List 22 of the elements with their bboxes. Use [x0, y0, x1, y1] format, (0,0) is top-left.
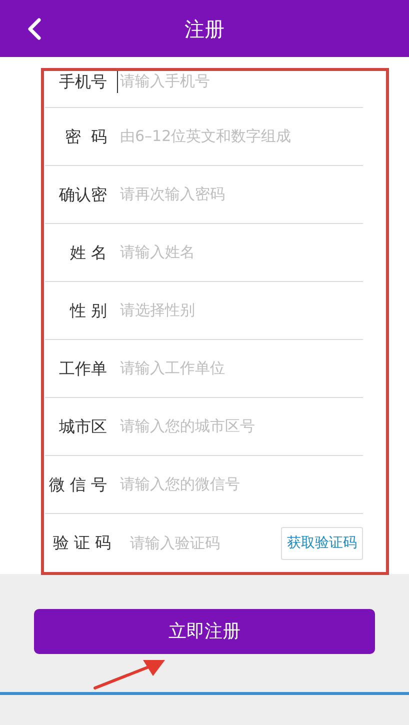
input-field[interactable]: 请输入手机号: [117, 70, 363, 92]
input-field[interactable]: 请输入工作单位: [117, 357, 363, 380]
field-label: 密 码: [64, 126, 107, 148]
field-label: 手机号: [58, 71, 107, 93]
field-label: 城市区: [58, 416, 107, 438]
register-button[interactable]: 立即注册: [34, 609, 375, 654]
get-code-button[interactable]: 获取验证码: [281, 526, 363, 560]
input-field[interactable]: 请选择性别: [117, 299, 363, 322]
back-icon[interactable]: [27, 18, 41, 40]
field-label: 工作单: [58, 358, 107, 380]
page-title: 注册: [184, 16, 224, 42]
input-field[interactable]: 请再次输入密码: [117, 183, 363, 206]
field-label: 验 证 码: [52, 532, 111, 554]
input-field[interactable]: 请输入验证码: [127, 532, 281, 554]
input-field[interactable]: 请输入您的微信号: [117, 473, 363, 496]
field-label: 姓 名: [68, 242, 107, 264]
input-field[interactable]: 请输入您的城市区号: [117, 415, 363, 438]
input-field[interactable]: 由6–12位英文和数字组成: [117, 125, 363, 148]
input-field[interactable]: 请输入姓名: [117, 241, 363, 264]
field-label: 微 信 号: [48, 474, 107, 496]
field-label: 性 别: [68, 300, 107, 322]
field-label: 确认密: [58, 184, 107, 206]
